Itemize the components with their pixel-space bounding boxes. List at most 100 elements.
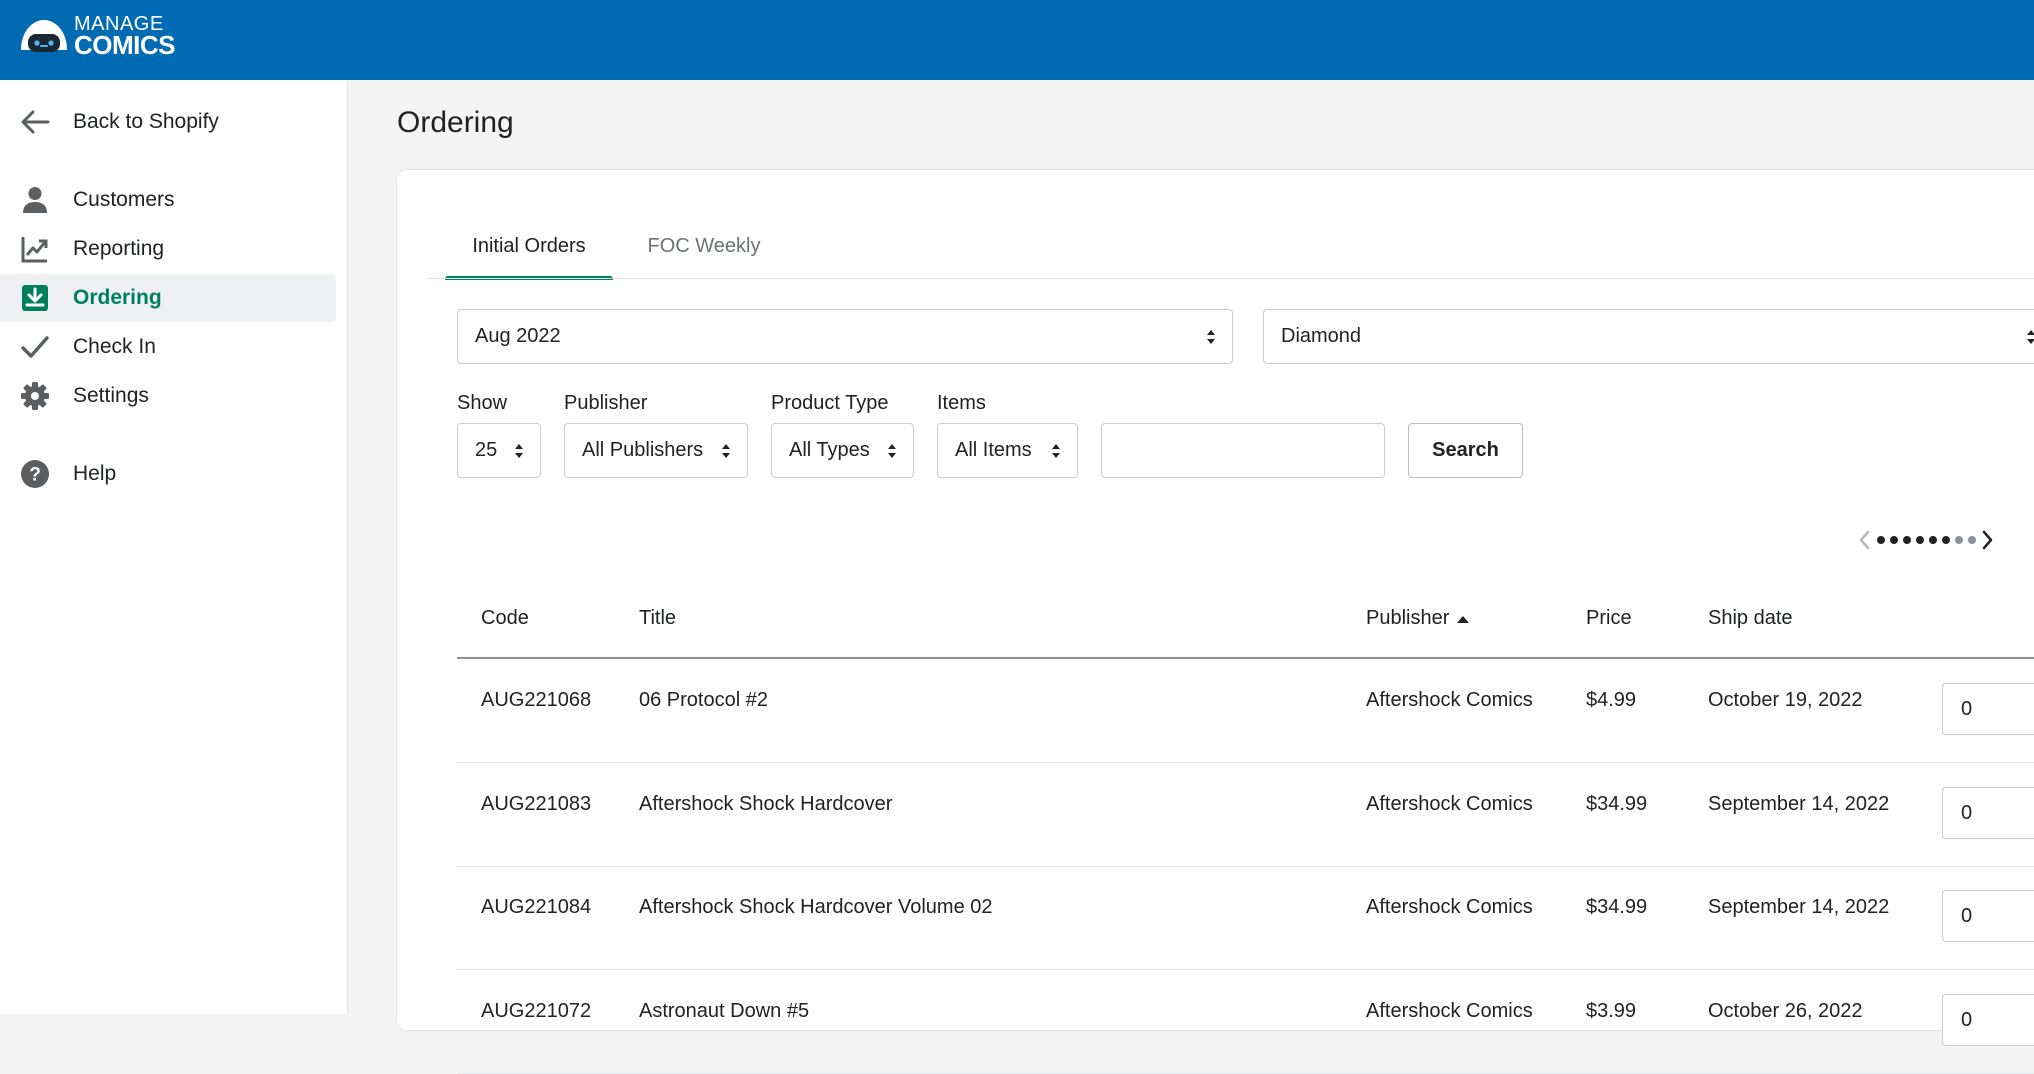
sidebar-item-label: Reporting — [73, 237, 165, 260]
publisher-select[interactable]: All Publishers — [564, 423, 748, 478]
quantity-input[interactable] — [1942, 994, 2034, 1046]
cell-price: $3.99 — [1586, 1000, 1637, 1022]
person-icon — [23, 187, 47, 213]
quantity-input[interactable] — [1942, 890, 2034, 942]
page-dot[interactable] — [1967, 536, 1976, 544]
page-dot[interactable] — [1928, 536, 1937, 544]
sidebar-item-customers[interactable]: Customers — [0, 176, 336, 224]
column-header-price[interactable]: Price — [1586, 607, 1632, 630]
distributor-select-value: Diamond — [1281, 325, 1362, 347]
sidebar: Back to Shopify Customers Reporting Orde… — [0, 80, 348, 1014]
page-dot[interactable] — [1954, 536, 1963, 544]
cell-code: AUG221083 — [481, 793, 592, 815]
svg-text:?: ? — [29, 465, 41, 486]
cell-title: Astronaut Down #5 — [639, 1000, 810, 1022]
sidebar-item-help[interactable]: ? Help — [0, 450, 336, 498]
sidebar-item-ordering[interactable]: Ordering — [0, 274, 336, 322]
sidebar-item-check-in[interactable]: Check In — [0, 323, 336, 371]
cell-ship-date: September 14, 2022 — [1708, 896, 1890, 918]
column-header-code[interactable]: Code — [481, 607, 529, 630]
publisher-select-value: All Publishers — [582, 439, 704, 461]
sidebar-item-label: Customers — [73, 188, 175, 211]
select-caret-icon — [888, 443, 896, 458]
cell-title: Aftershock Shock Hardcover Volume 02 — [639, 896, 993, 918]
items-select-value: All Items — [955, 439, 1032, 461]
cell-ship-date: October 26, 2022 — [1708, 1000, 1863, 1022]
logo-text: MANAGE COMICS — [74, 14, 176, 60]
select-caret-icon — [1052, 443, 1060, 458]
cell-code: AUG221084 — [481, 896, 592, 918]
table-row: AUG221072 Astronaut Down #5 Aftershock C… — [457, 970, 2034, 1074]
sort-ascending-icon — [1457, 615, 1470, 623]
quantity-input[interactable] — [1942, 683, 2034, 735]
page-dot[interactable] — [1941, 536, 1950, 544]
tab-foc-weekly[interactable]: FOC Weekly — [630, 214, 778, 278]
chevron-right-icon[interactable] — [1978, 528, 1996, 552]
cell-code: AUG221068 — [481, 689, 592, 711]
sidebar-item-settings[interactable]: Settings — [0, 372, 336, 420]
page-title: Ordering — [397, 106, 514, 139]
distributor-select[interactable]: Diamond — [1263, 309, 2034, 364]
checkmark-icon — [21, 336, 49, 358]
arrow-left-icon — [21, 110, 50, 134]
product-type-select-value: All Types — [789, 439, 870, 461]
column-header-publisher-label: Publisher — [1366, 607, 1450, 629]
product-type-select[interactable]: All Types — [771, 423, 914, 478]
pagination — [1856, 525, 1996, 555]
tabs-divider — [427, 278, 2034, 279]
page-dot[interactable] — [1915, 536, 1924, 544]
cell-ship-date: September 14, 2022 — [1708, 793, 1890, 815]
sidebar-item-reporting[interactable]: Reporting — [0, 225, 336, 273]
back-to-shopify-label: Back to Shopify — [73, 110, 219, 133]
sidebar-item-label: Check In — [73, 335, 156, 358]
chart-icon — [21, 237, 48, 263]
show-select-value: 25 — [475, 439, 498, 461]
logo[interactable]: MANAGE COMICS — [18, 14, 176, 60]
quantity-input[interactable] — [1942, 787, 2034, 839]
download-icon — [22, 285, 48, 311]
cell-publisher: Aftershock Comics — [1366, 896, 1533, 918]
back-to-shopify-link[interactable]: Back to Shopify — [0, 98, 336, 146]
gear-icon — [21, 382, 49, 410]
table-row: AUG221068 06 Protocol #2 Aftershock Comi… — [457, 659, 2034, 763]
page-dot[interactable] — [1902, 536, 1911, 544]
month-select[interactable]: Aug 2022 — [457, 309, 1233, 364]
page-dot[interactable] — [1876, 536, 1885, 544]
search-button[interactable]: Search — [1408, 423, 1523, 478]
top-bar: MANAGE COMICS — [0, 0, 2034, 80]
show-label: Show — [457, 392, 508, 414]
search-input[interactable] — [1101, 423, 1385, 478]
publisher-label: Publisher — [564, 392, 648, 414]
items-label: Items — [937, 392, 986, 414]
help-icon: ? — [21, 460, 49, 488]
select-caret-icon — [1207, 329, 1215, 344]
show-select[interactable]: 25 — [457, 423, 541, 478]
table-row: AUG221084 Aftershock Shock Hardcover Vol… — [457, 866, 2034, 970]
items-select[interactable]: All Items — [937, 423, 1078, 478]
column-header-publisher[interactable]: Publisher — [1366, 607, 1470, 630]
sidebar-item-label: Settings — [73, 384, 149, 407]
cell-publisher: Aftershock Comics — [1366, 1000, 1533, 1022]
tab-initial-orders[interactable]: Initial Orders — [445, 214, 613, 280]
logo-line-2: COMICS — [74, 30, 176, 60]
chevron-left-icon[interactable] — [1856, 528, 1874, 552]
page-dot[interactable] — [1889, 536, 1898, 544]
robot-logo-icon — [21, 20, 67, 52]
cell-publisher: Aftershock Comics — [1366, 689, 1533, 711]
select-caret-icon — [2027, 329, 2034, 344]
select-caret-icon — [722, 443, 730, 458]
cell-title: Aftershock Shock Hardcover — [639, 793, 893, 815]
select-caret-icon — [515, 443, 523, 458]
sidebar-item-label: Ordering — [73, 286, 162, 309]
column-header-title[interactable]: Title — [639, 607, 676, 630]
cell-price: $4.99 — [1586, 689, 1637, 711]
cell-price: $34.99 — [1586, 896, 1648, 918]
cell-code: AUG221072 — [481, 1000, 592, 1022]
table-row: AUG221083 Aftershock Shock Hardcover Aft… — [457, 763, 2034, 867]
cell-price: $34.99 — [1586, 793, 1648, 815]
column-header-ship-date[interactable]: Ship date — [1708, 607, 1793, 630]
sidebar-item-label: Help — [73, 462, 117, 485]
cell-publisher: Aftershock Comics — [1366, 793, 1533, 815]
product-type-label: Product Type — [771, 392, 889, 414]
month-select-value: Aug 2022 — [475, 325, 561, 347]
